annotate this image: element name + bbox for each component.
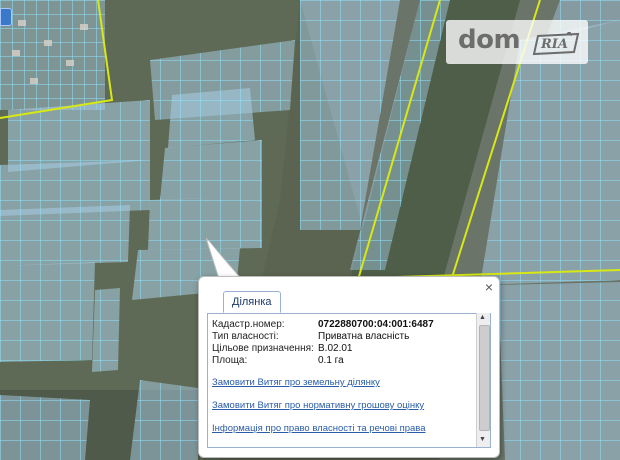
field-label: Кадастр.номер: [212, 319, 285, 330]
tab-parcel[interactable]: Ділянка [223, 291, 281, 313]
panel-scrollbar[interactable]: ▲ ▼ [476, 313, 490, 447]
map-control-tab[interactable] [0, 8, 12, 26]
field-value: 0722880700:04:001:6487 [318, 319, 434, 330]
field-value: В.02.01 [318, 343, 353, 354]
link-ownership-info[interactable]: Інформація про право власності та речові… [212, 423, 426, 434]
watermark-sub: RIA [541, 37, 568, 52]
watermark-brand: dom [458, 25, 521, 55]
field-value: 0.1 га [318, 355, 344, 366]
field-label: Площа: [212, 355, 248, 366]
watermark-logo: dom RIA [446, 20, 588, 64]
scroll-thumb[interactable] [479, 325, 490, 431]
watermark-ria-badge: RIA [532, 32, 580, 56]
parcel-info-popup: × Ділянка Кадастр.номер: 0722880700:04:0… [198, 276, 500, 458]
field-label: Цільове призначення: [212, 343, 314, 354]
scroll-down-icon[interactable]: ▼ [479, 436, 486, 443]
parcel-details-panel: Кадастр.номер: 0722880700:04:001:6487 Ти… [207, 313, 491, 448]
field-value: Приватна власність [318, 331, 410, 342]
field-label: Тип власності: [212, 331, 279, 342]
link-order-valuation-extract[interactable]: Замовити Витяг про нормативну грошову оц… [212, 400, 424, 411]
scroll-up-icon[interactable]: ▲ [479, 314, 486, 321]
popup-tabbar: Ділянка [207, 289, 491, 314]
link-order-parcel-extract[interactable]: Замовити Витяг про земельну ділянку [212, 377, 380, 388]
